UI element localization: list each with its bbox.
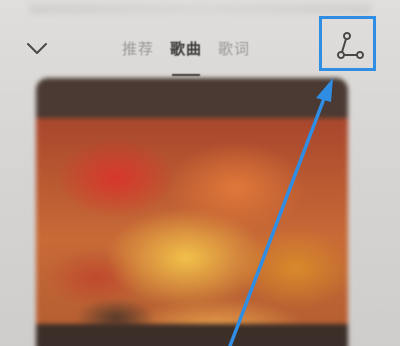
annotation-arrow [228, 78, 333, 346]
player-screen: 推荐 歌曲 歌词 [0, 0, 400, 346]
